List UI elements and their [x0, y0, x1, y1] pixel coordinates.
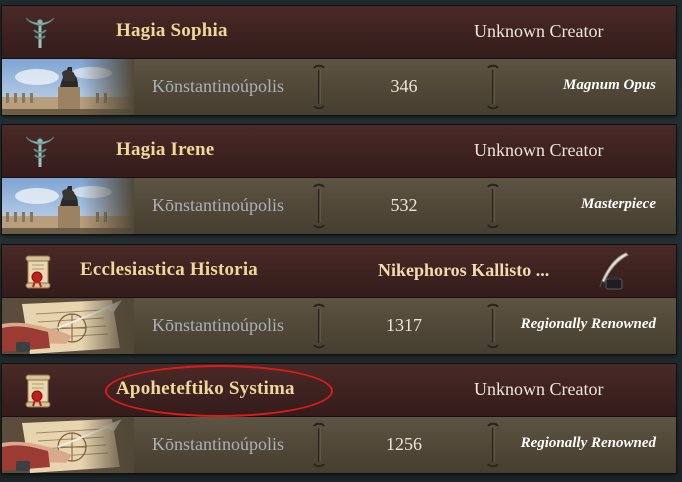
writing-hand-thumbnail: [2, 417, 134, 473]
work-card-header: Apoheteftiko Systima Unknown Creator: [2, 364, 676, 417]
work-value: 1317: [386, 315, 422, 335]
work-card-header: Hagia Sophia Unknown Creator: [2, 6, 676, 59]
work-rank: Magnum Opus: [563, 77, 656, 93]
work-card[interactable]: Hagia Sophia Unknown Creator Kōnstantino…: [2, 6, 676, 115]
equestrian-statue-thumbnail: [2, 178, 134, 234]
caduceus-icon: [20, 133, 60, 171]
work-rank: Regionally Renowned: [520, 316, 656, 332]
work-location: Kōnstantinoúpolis: [152, 315, 285, 335]
creator-name[interactable]: Nikephoros Kallisto ...: [378, 260, 549, 281]
caduceus-icon: [20, 14, 60, 52]
work-location: Kōnstantinoúpolis: [152, 434, 285, 454]
quill-inkwell-icon[interactable]: [592, 251, 632, 291]
work-location: Kōnstantinoúpolis: [152, 195, 285, 215]
equestrian-statue-thumbnail: [2, 59, 134, 115]
work-card-header: Ecclesiastica Historia Nikephoros Kallis…: [2, 245, 676, 298]
writing-hand-thumbnail: [2, 298, 134, 354]
work-location: Kōnstantinoúpolis: [152, 76, 285, 96]
work-title[interactable]: Hagia Sophia: [116, 20, 228, 42]
work-card[interactable]: Hagia Irene Unknown Creator Kōnstantinoú…: [2, 125, 676, 234]
highlight-ring: [105, 365, 333, 417]
creator-name: Unknown Creator: [474, 379, 604, 399]
divider-ornament: [312, 64, 326, 110]
work-rank: Masterpiece: [581, 196, 656, 212]
work-value: 532: [390, 195, 418, 215]
work-value: 346: [390, 76, 418, 96]
divider-ornament: [312, 422, 326, 468]
creator-name: Unknown Creator: [474, 140, 604, 160]
work-rank: Regionally Renowned: [520, 435, 656, 451]
divider-ornament: [312, 303, 326, 349]
work-card-details: Kōnstantinoúpolis 1256 Regionally Renown…: [2, 417, 676, 473]
creator-name: Unknown Creator: [474, 21, 604, 41]
works-list: Hagia Sophia Unknown Creator Kōnstantino…: [0, 0, 682, 482]
work-card-details: Kōnstantinoúpolis 532 Masterpiece: [2, 178, 676, 234]
work-card[interactable]: Apoheteftiko Systima Unknown Creator Kōn…: [2, 364, 676, 473]
work-title[interactable]: Ecclesiastica Historia: [80, 259, 258, 281]
divider-ornament: [312, 183, 326, 229]
work-title[interactable]: Hagia Irene: [116, 139, 214, 161]
work-value: 1256: [386, 434, 422, 454]
scroll-seal-icon: [20, 372, 60, 410]
scroll-seal-icon: [20, 253, 60, 291]
work-card[interactable]: Ecclesiastica Historia Nikephoros Kallis…: [2, 245, 676, 354]
work-card-header: Hagia Irene Unknown Creator: [2, 125, 676, 178]
work-card-details: Kōnstantinoúpolis 1317 Regionally Renown…: [2, 298, 676, 354]
work-card-details: Kōnstantinoúpolis 346 Magnum Opus: [2, 59, 676, 115]
